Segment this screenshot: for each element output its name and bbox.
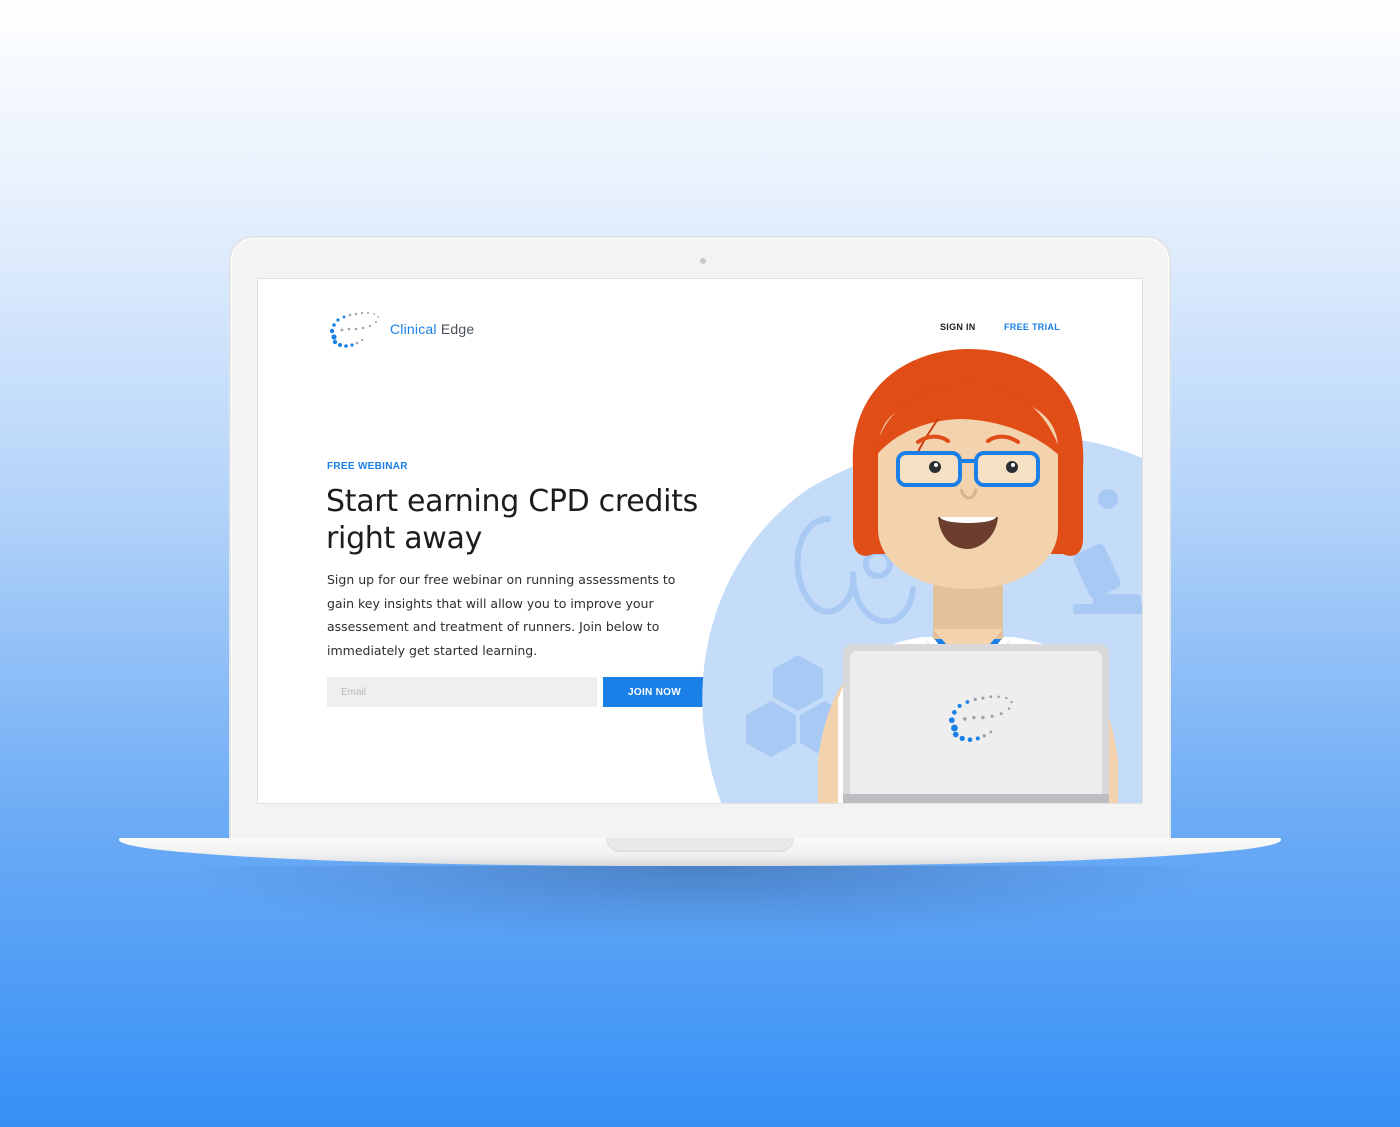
- doctor-illustration: [702, 349, 1142, 803]
- hero-description: Sign up for our free webinar on running …: [327, 572, 676, 658]
- email-input[interactable]: [327, 677, 597, 707]
- free-trial-link[interactable]: FREE TRIAL: [1004, 322, 1060, 332]
- hero-eyebrow: FREE WEBINAR: [327, 461, 408, 472]
- brand-wordmark: Clinical Edge: [390, 321, 474, 337]
- browser-screen: Clinical Edge SIGN IN FREE TRIAL FREE WE…: [257, 278, 1143, 804]
- brand-name-clinical: Clinical: [390, 321, 437, 337]
- hero-headline: Start earning CPD credits right away: [326, 484, 698, 556]
- laptop-notch: [606, 838, 794, 852]
- brand-logo[interactable]: Clinical Edge: [326, 307, 474, 351]
- camera-icon: [700, 258, 706, 264]
- laptop-shadow: [200, 866, 1200, 936]
- sign-in-link[interactable]: SIGN IN: [940, 322, 976, 332]
- logo-e-icon: [329, 311, 379, 348]
- brand-name-edge: Edge: [440, 321, 475, 337]
- laptop-base: [119, 838, 1281, 866]
